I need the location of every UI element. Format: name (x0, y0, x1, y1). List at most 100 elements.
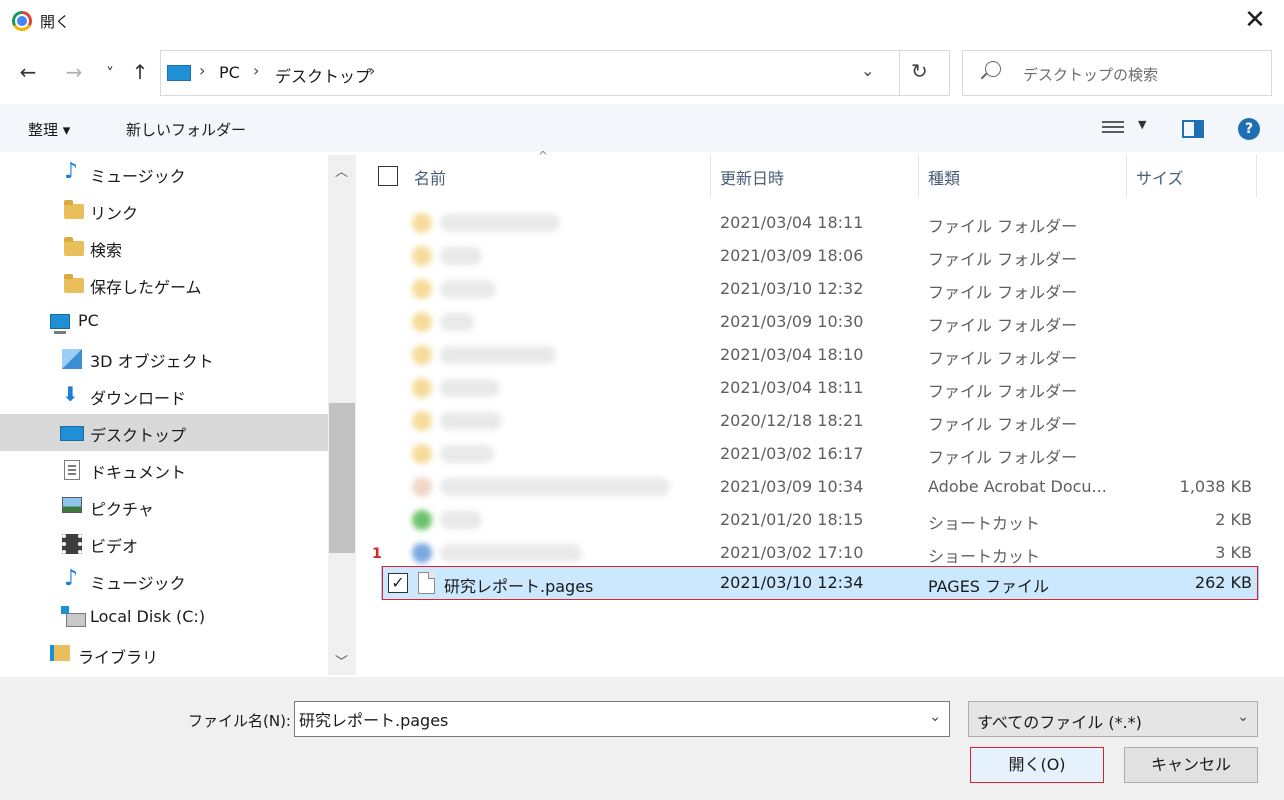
breadcrumb-pc[interactable]: PC (219, 63, 240, 82)
dialog-footer: ファイル名(N): ⌄ すべてのファイル (*.*) ⌄ 開く(O) キャンセル (0, 677, 1284, 800)
breadcrumb-chevron-icon[interactable]: › (199, 61, 205, 80)
help-icon[interactable]: ? (1238, 118, 1260, 140)
column-modified[interactable]: 更新日時 (720, 165, 784, 189)
open-file-dialog: 開く ✕ ← → ˅ ↑ › PC › デスクトップ › ⌄ ↻ デスクトップの… (0, 0, 1284, 800)
table-row[interactable]: 2021/03/04 18:11 ファイル フォルダー (382, 207, 1258, 239)
column-header: ^ 名前 更新日時 種類 サイズ (358, 149, 1284, 197)
file-size: 2 KB (1215, 510, 1252, 529)
table-row[interactable]: 2021/03/02 16:17 ファイル フォルダー (382, 438, 1258, 470)
refresh-icon[interactable]: ↻ (911, 59, 928, 83)
column-divider[interactable] (710, 155, 711, 197)
new-folder-button[interactable]: 新しいフォルダー (126, 119, 246, 140)
redacted-file-name (440, 544, 582, 562)
address-dropdown-icon[interactable]: ⌄ (861, 61, 874, 80)
scroll-up-icon[interactable]: ︿ (335, 161, 348, 180)
table-row[interactable]: 2021/01/20 18:15 ショートカット 2 KB (382, 504, 1258, 536)
column-divider[interactable] (918, 155, 919, 197)
table-row[interactable]: 2021/03/04 18:10 ファイル フォルダー (382, 339, 1258, 371)
filename-input[interactable] (299, 708, 919, 730)
annotation-highlight-box (382, 566, 1258, 600)
pc-icon (50, 314, 70, 334)
search-folder-icon (64, 237, 84, 256)
file-size: 3 KB (1215, 543, 1252, 562)
back-arrow-icon[interactable]: ← (14, 60, 42, 84)
sidebar-item-label: ミュージック (90, 574, 186, 593)
filename-combobox[interactable]: ⌄ (294, 701, 950, 737)
sidebar-item-videos[interactable]: ビデオ (0, 525, 328, 562)
file-type-filter[interactable]: すべてのファイル (*.*) ⌄ (968, 701, 1258, 737)
sidebar-item-label: ライブラリ (78, 648, 159, 667)
shortcut-icon (412, 510, 432, 530)
view-dropdown-icon[interactable]: ▼ (1138, 118, 1146, 131)
sidebar-item-pictures[interactable]: ピクチャ (0, 488, 328, 525)
pictures-icon (62, 497, 82, 513)
sidebar-scrollbar[interactable]: ︿ ﹀ (328, 155, 356, 675)
sidebar-item-label: ビデオ (90, 537, 139, 556)
sidebar-item-3d-objects[interactable]: 3D オブジェクト (0, 340, 328, 377)
close-button[interactable]: ✕ (1240, 6, 1270, 36)
scrollbar-thumb[interactable] (329, 403, 355, 553)
sidebar-item-downloads[interactable]: ダウンロード (0, 377, 328, 414)
preview-pane-icon[interactable] (1182, 120, 1204, 138)
redacted-file-name (440, 445, 494, 463)
file-type: ファイル フォルダー (928, 415, 1078, 434)
filename-dropdown-icon[interactable]: ⌄ (929, 709, 941, 725)
file-type: ファイル フォルダー (928, 283, 1078, 302)
cancel-button[interactable]: キャンセル (1124, 747, 1258, 783)
table-row[interactable]: 2021/03/09 18:06 ファイル フォルダー (382, 240, 1258, 272)
select-all-checkbox[interactable] (378, 166, 398, 186)
sidebar-item-links[interactable]: リンク (0, 192, 328, 229)
sidebar-item-local-disk[interactable]: Local Disk (C:) (0, 599, 328, 636)
table-row[interactable]: 2021/03/09 10:30 ファイル フォルダー (382, 306, 1258, 338)
filter-dropdown-icon[interactable]: ⌄ (1237, 709, 1249, 725)
table-row[interactable]: 2021/03/09 10:34 Adobe Acrobat Docu... 1… (382, 471, 1258, 503)
breadcrumb-desktop[interactable]: デスクトップ (275, 63, 371, 87)
recent-locations-chevron-icon[interactable]: ˅ (96, 64, 124, 83)
library-icon (50, 645, 70, 661)
sidebar-item-library[interactable]: ライブラリ (0, 636, 328, 673)
title-bar: 開く ✕ (0, 0, 1284, 42)
sidebar-item-music[interactable]: ミュージック (0, 155, 328, 192)
navigation-pane: ミュージック リンク 検索 保存したゲーム PC 3D オブジェクト ダウンロー… (0, 155, 356, 675)
disk-icon (61, 606, 86, 627)
sidebar-item-saved-games[interactable]: 保存したゲーム (0, 266, 328, 303)
forward-arrow-icon[interactable]: → (60, 60, 88, 84)
view-details-icon[interactable] (1102, 118, 1124, 138)
file-modified: 2021/01/20 18:15 (720, 510, 864, 529)
breadcrumb-chevron-icon[interactable]: › (253, 61, 259, 80)
sidebar-item-desktop[interactable]: デスクトップ (0, 414, 328, 451)
column-divider[interactable] (1126, 155, 1127, 197)
shortcut-icon (412, 543, 432, 563)
search-box[interactable]: デスクトップの検索 (962, 50, 1272, 96)
file-modified: 2021/03/02 17:10 (720, 543, 864, 562)
table-row[interactable]: 2021/03/10 12:32 ファイル フォルダー (382, 273, 1258, 305)
sidebar-item-label: 3D オブジェクト (90, 352, 214, 371)
column-divider[interactable] (1256, 155, 1257, 197)
table-row[interactable]: 2021/03/04 18:11 ファイル フォルダー (382, 372, 1258, 404)
sidebar-item-search[interactable]: 検索 (0, 229, 328, 266)
table-row[interactable]: 2021/03/02 17:10 ショートカット 3 KB (382, 537, 1258, 569)
column-size[interactable]: サイズ (1136, 165, 1184, 189)
column-name[interactable]: 名前 (414, 165, 446, 189)
music-icon (64, 159, 84, 184)
filename-label: ファイル名(N): (188, 712, 291, 730)
open-button[interactable]: 開く(O) (970, 747, 1104, 783)
redacted-file-name (440, 379, 500, 397)
sort-ascending-icon: ^ (538, 149, 549, 163)
videos-icon (62, 534, 82, 554)
sidebar-item-documents[interactable]: ドキュメント (0, 451, 328, 488)
address-bar[interactable]: › PC › デスクトップ › ⌄ ↻ (160, 50, 950, 96)
organize-button[interactable]: 整理 ▾ (28, 119, 70, 140)
file-type: ファイル フォルダー (928, 349, 1078, 368)
scroll-down-icon[interactable]: ﹀ (335, 651, 348, 670)
sidebar-item-label: 保存したゲーム (90, 278, 202, 297)
sidebar-item-label: デスクトップ (90, 426, 187, 445)
folder-icon (412, 444, 432, 464)
sidebar-item-label: Local Disk (C:) (90, 607, 206, 626)
column-type[interactable]: 種類 (928, 165, 960, 189)
sidebar-item-music-2[interactable]: ミュージック (0, 562, 328, 599)
breadcrumb-chevron-icon[interactable]: › (369, 61, 375, 80)
table-row[interactable]: 2020/12/18 18:21 ファイル フォルダー (382, 405, 1258, 437)
up-arrow-icon[interactable]: ↑ (126, 60, 154, 84)
sidebar-item-pc[interactable]: PC (0, 303, 328, 340)
